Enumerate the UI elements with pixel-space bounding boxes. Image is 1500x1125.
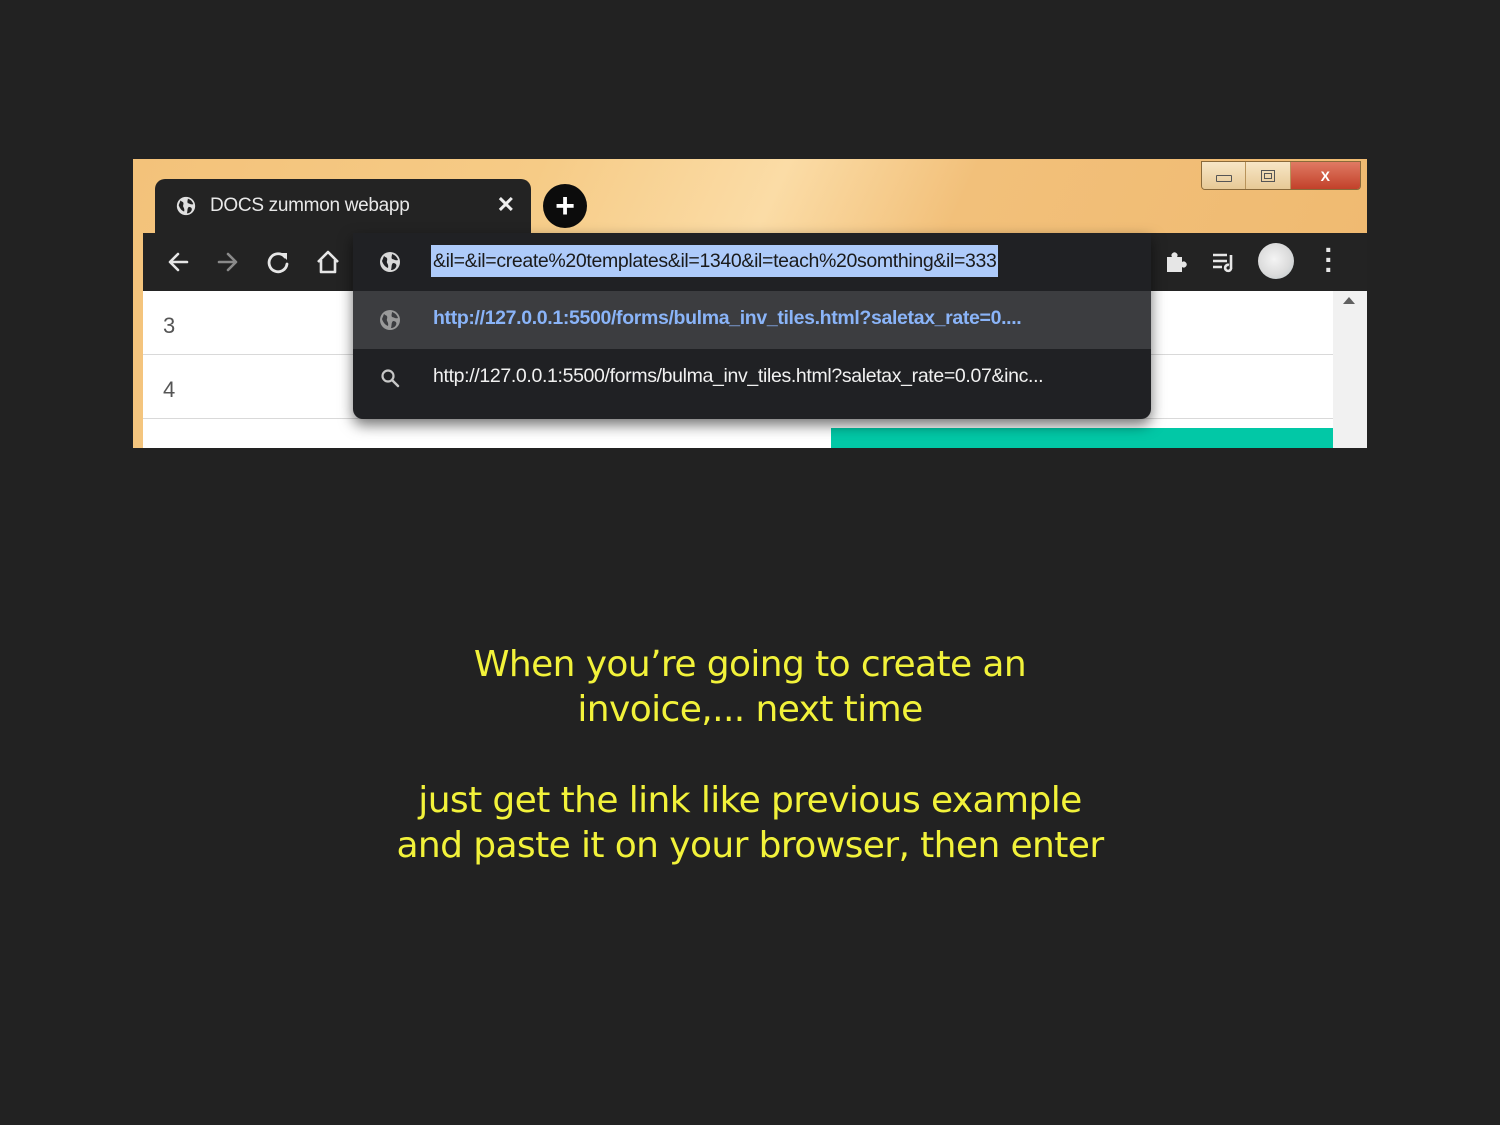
omnibox-dropdown: &il=&il=create%20templates&il=1340&il=te… [353,233,1151,419]
media-queue-icon[interactable] [1209,247,1239,277]
reload-icon[interactable] [263,247,293,277]
extensions-puzzle-icon[interactable] [1161,247,1191,277]
suggestion-item[interactable]: http://127.0.0.1:5500/forms/bulma_inv_ti… [353,349,1151,407]
new-tab-button[interactable]: + [543,184,587,228]
teal-block [831,428,1334,448]
browser-screenshot: X DOCS zummon webapp ✕ + · · · 3 4 &il=&… [133,159,1367,448]
globe-icon [175,195,197,217]
minimize-icon [1215,175,1232,182]
window-close-button[interactable]: X [1290,162,1360,189]
row-number: 3 [163,313,176,338]
search-icon [378,366,402,390]
suggestion-text: http://127.0.0.1:5500/forms/bulma_inv_ti… [433,307,1022,329]
home-icon[interactable] [313,247,343,277]
globe-icon [378,308,402,332]
window-close-icon: X [1320,167,1330,184]
back-arrow-icon[interactable] [163,247,193,277]
instruction-caption: When you’re going to create an invoice,.… [250,642,1250,868]
caption-line: invoice,... next time [577,689,923,730]
avatar[interactable] [1258,243,1294,279]
maximize-icon [1260,169,1275,182]
minimize-button[interactable] [1202,162,1247,189]
caption-line: just get the link like previous example [418,780,1082,821]
kebab-menu-icon[interactable]: · · · [1323,236,1335,284]
globe-icon [378,250,402,274]
forward-arrow-icon[interactable] [213,247,243,277]
suggestion-item[interactable]: http://127.0.0.1:5500/forms/bulma_inv_ti… [353,291,1151,349]
suggestion-text: http://127.0.0.1:5500/forms/bulma_inv_ti… [433,365,1044,387]
scroll-up-arrow-icon[interactable] [1343,297,1355,304]
browser-tab[interactable]: DOCS zummon webapp ✕ [155,179,531,233]
row-number: 4 [163,377,176,402]
caption-line: When you’re going to create an [473,644,1027,685]
tab-title: DOCS zummon webapp [210,195,410,216]
window-controls: X [1201,161,1361,190]
maximize-button[interactable] [1246,162,1291,189]
address-bar[interactable]: &il=&il=create%20templates&il=1340&il=te… [353,233,1151,291]
caption-line: and paste it on your browser, then enter [396,825,1104,866]
address-input[interactable]: &il=&il=create%20templates&il=1340&il=te… [431,245,999,277]
scrollbar[interactable] [1333,291,1367,448]
tab-close-icon[interactable]: ✕ [497,192,515,218]
